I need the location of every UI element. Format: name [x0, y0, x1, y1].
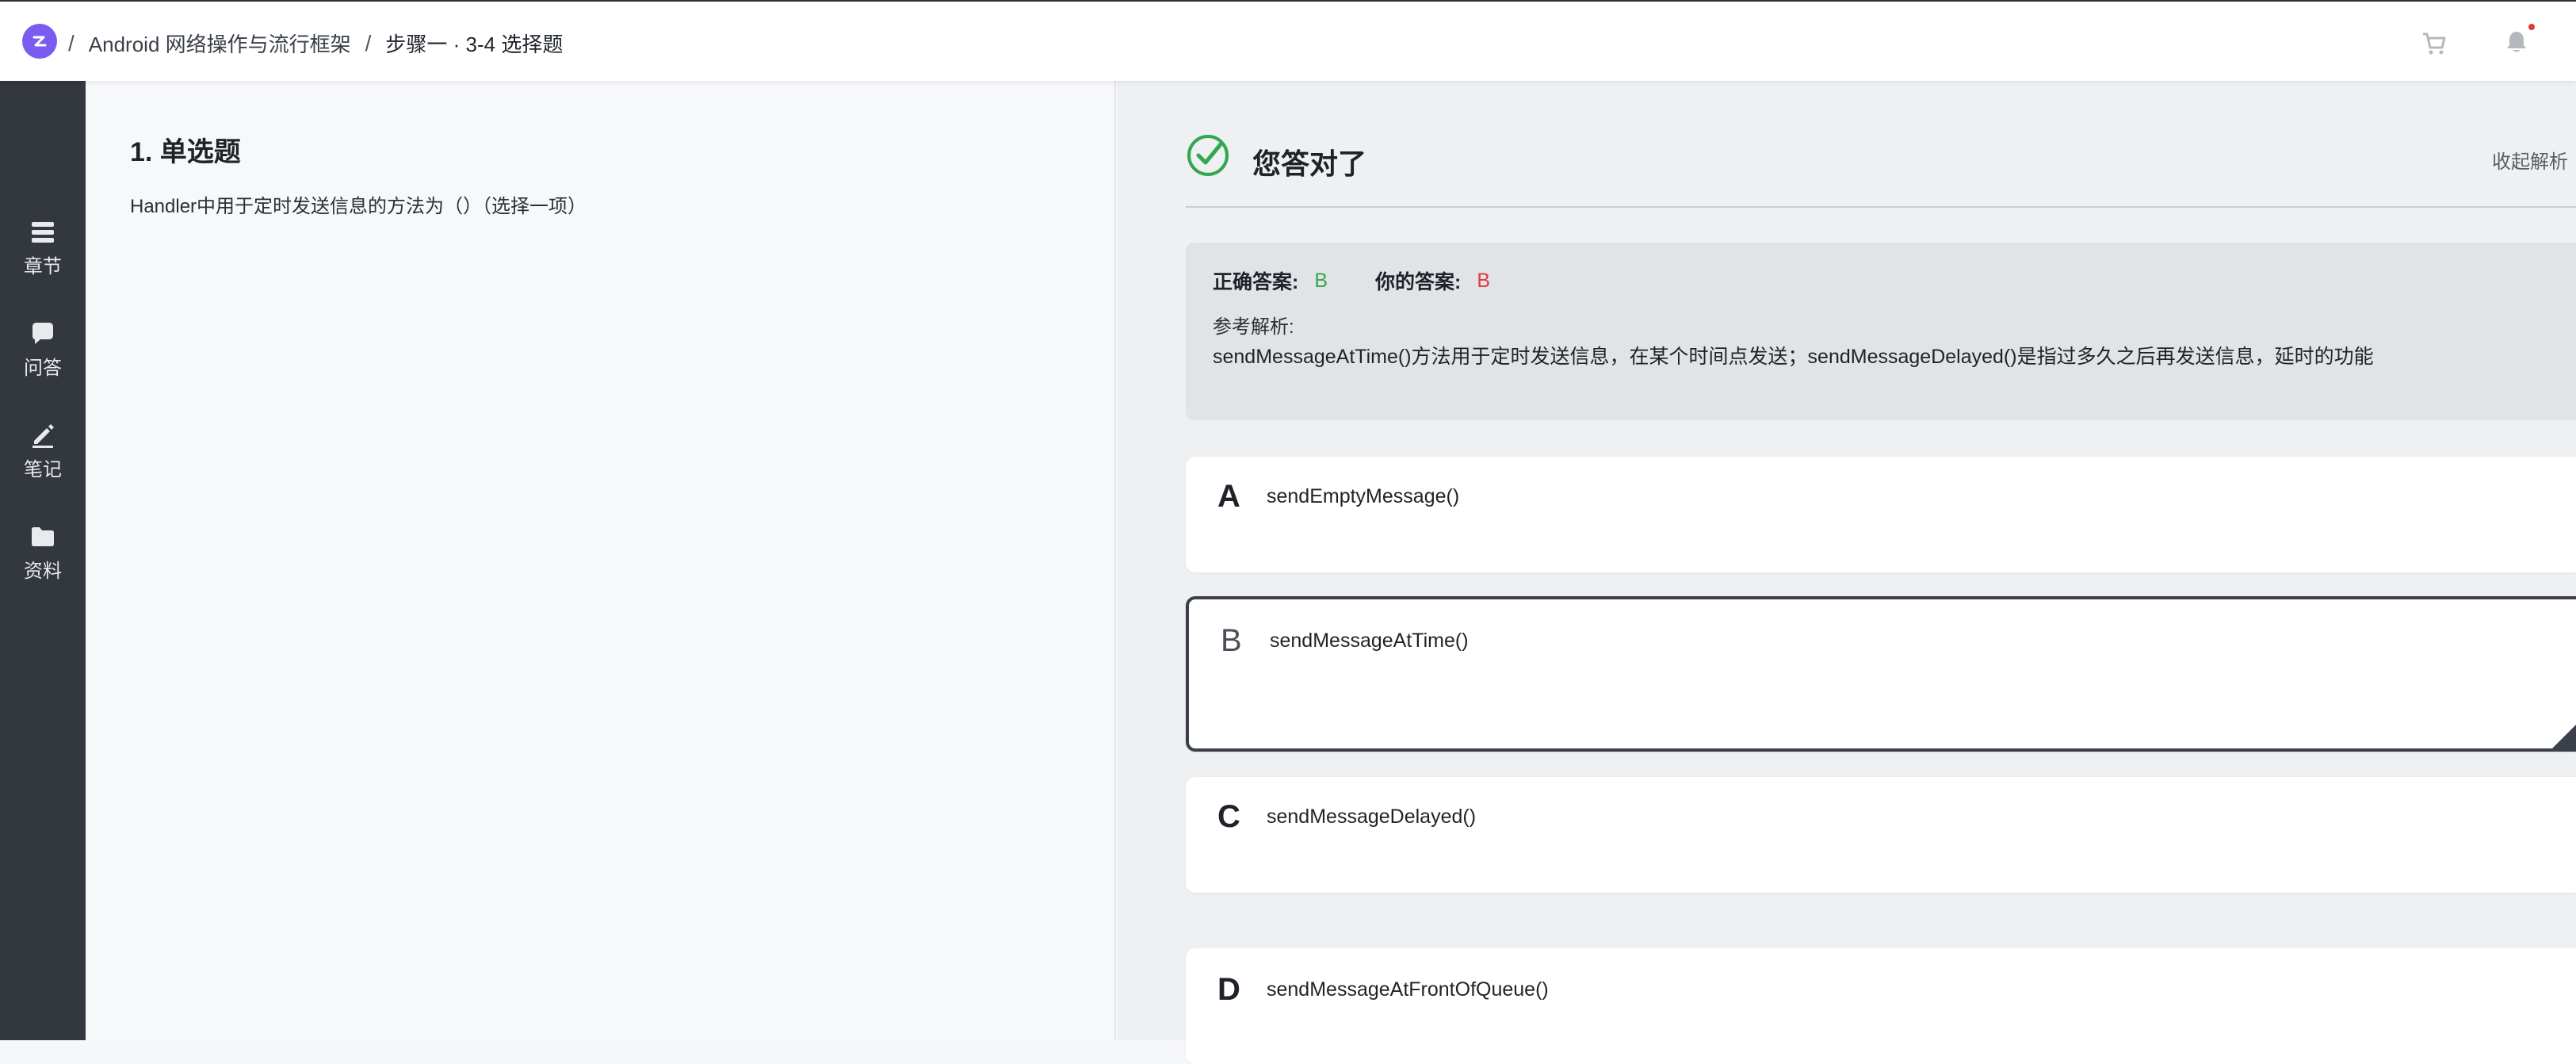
option-letter: A	[1217, 479, 1240, 514]
answer-summary: 正确答案: B 你的答案: B	[1213, 266, 1490, 295]
sidebar-item-chapters[interactable]: 章节	[0, 219, 86, 290]
option-letter: C	[1217, 799, 1240, 834]
analysis-label: 参考解析:	[1213, 316, 1294, 338]
breadcrumb: / Android 网络操作与流行框架 / 步骤一 · 3-4 选择题	[68, 29, 563, 58]
option-a[interactable]: A sendEmptyMessage()	[1186, 457, 2576, 572]
top-bar: / Android 网络操作与流行框架 / 步骤一 · 3-4 选择题	[0, 0, 2576, 81]
correct-answer-label: 正确答案:	[1213, 271, 1299, 293]
cart-icon[interactable]	[2421, 30, 2448, 57]
option-letter: B	[1221, 623, 1242, 658]
breadcrumb-course-link[interactable]: Android 网络操作与流行框架	[89, 29, 351, 58]
divider	[1186, 206, 2576, 208]
question-panel: 1. 单选题 Handler中用于定时发送信息的方法为（）（选择一项）	[86, 81, 1116, 1040]
correct-answer-value: B	[1314, 269, 1328, 292]
question-title: 1. 单选题	[130, 137, 241, 167]
qa-icon	[32, 323, 53, 344]
sidebar-item-qa[interactable]: 问答	[0, 320, 86, 392]
collapse-analysis-button[interactable]: 收起解析	[2492, 146, 2568, 174]
your-answer-value: B	[1477, 269, 1491, 292]
folder-icon	[32, 527, 54, 546]
check-circle-icon	[1186, 133, 1230, 178]
breadcrumb-current-step: 步骤一 · 3-4 选择题	[385, 33, 564, 56]
notification-bell-icon[interactable]	[2503, 24, 2535, 57]
sidebar-item-materials[interactable]: 资料	[0, 523, 86, 595]
sidebar-item-label: 笔记	[24, 459, 62, 480]
sidebar-item-label: 问答	[24, 358, 62, 379]
explanation-box: 正确答案: B 你的答案: B 参考解析: sendMessageAtTime(…	[1186, 243, 2576, 420]
selected-corner-mark	[2552, 725, 2576, 748]
option-text: sendMessageAtFrontOfQueue()	[1267, 978, 1549, 1001]
question-text: Handler中用于定时发送信息的方法为（）（选择一项）	[130, 196, 587, 217]
left-sidebar: 章节 问答 笔记 资料	[0, 81, 86, 1040]
option-c[interactable]: C sendMessageDelayed()	[1186, 777, 2576, 893]
notification-dot	[2528, 24, 2535, 30]
your-answer-label: 你的答案:	[1375, 271, 1462, 293]
breadcrumb-separator: /	[365, 30, 372, 55]
note-icon	[32, 424, 54, 448]
answer-panel: 您答对了 收起解析 正确答案: B 你的答案: B 参考解析: sendMess…	[1118, 81, 2576, 1064]
breadcrumb-separator: /	[68, 30, 75, 55]
chapters-icon	[32, 222, 54, 243]
option-text: sendEmptyMessage()	[1267, 485, 1460, 507]
result-status: 您答对了	[1252, 147, 1367, 180]
option-b[interactable]: B sendMessageAtTime()	[1186, 596, 2576, 752]
sidebar-item-label: 章节	[24, 256, 62, 277]
option-d[interactable]: D sendMessageAtFrontOfQueue()	[1186, 948, 2576, 1064]
logo-icon[interactable]	[22, 24, 57, 59]
option-text: sendMessageAtTime()	[1270, 630, 1469, 652]
option-letter: D	[1217, 972, 1240, 1007]
sidebar-item-notes[interactable]: 笔记	[0, 422, 86, 493]
sidebar-item-label: 资料	[24, 561, 62, 582]
analysis-text: sendMessageAtTime()方法用于定时发送信息，在某个时间点发送；s…	[1213, 346, 2374, 368]
option-text: sendMessageDelayed()	[1267, 806, 1477, 828]
